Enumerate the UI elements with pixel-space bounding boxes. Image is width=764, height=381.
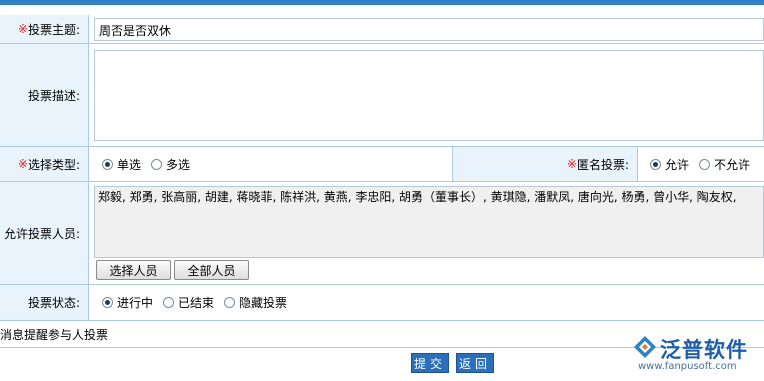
reminder-text: 消息提醒参与人投票	[0, 321, 108, 347]
radio-label: 已结束	[178, 296, 215, 310]
radio-selected-icon	[650, 158, 661, 170]
radio-selected-icon	[102, 297, 113, 308]
radio-empty-icon	[699, 158, 711, 170]
description-row: 投票描述:	[0, 44, 764, 147]
select-people-label: 选择人员	[109, 263, 158, 278]
radio-label: 允许	[665, 157, 690, 172]
description-label-text: 投票描述:	[27, 88, 80, 103]
vote-type-label: ※ 选择类型:	[0, 147, 89, 181]
all-people-label: 全部人员	[187, 263, 236, 278]
brand-logo: 泛普软件 www.fanpusoft.com	[632, 334, 758, 378]
top-accent-bar	[0, 0, 764, 5]
status-options: 进行中 已结束 隐藏投票	[102, 285, 297, 320]
anonymous-label: ※ 匿名投票:	[452, 147, 638, 181]
anonymous-label-text: 匿名投票:	[576, 157, 629, 172]
status-hidden-radio[interactable]: 隐藏投票	[224, 294, 287, 311]
brand-name: 泛普软件	[660, 338, 748, 362]
vote-type-label-text: 选择类型:	[27, 157, 80, 172]
vote-type-single-radio[interactable]: 单选	[102, 156, 141, 173]
required-mark: ※	[17, 22, 28, 36]
brand-mark-icon	[634, 336, 656, 358]
participants-row: 允许投票人员: 郑毅, 郑勇, 张高丽, 胡建, 蒋晓菲, 陈祥洪, 黄燕, 李…	[0, 182, 764, 285]
radio-label: 单选	[117, 157, 142, 172]
type-row: ※ 选择类型: 单选 多选 ※ 匿名投票: 允许 不允许	[0, 147, 764, 182]
radio-empty-icon	[224, 297, 236, 308]
status-row: 投票状态: 进行中 已结束 隐藏投票	[0, 285, 764, 321]
subject-row: ※ 投票主题: 周否是否双休	[0, 15, 764, 44]
subject-label: ※ 投票主题:	[0, 15, 89, 43]
radio-label: 不允许	[714, 157, 751, 172]
back-button[interactable]: 返回	[456, 353, 494, 373]
description-textarea[interactable]	[94, 50, 764, 141]
radio-empty-icon	[151, 158, 163, 170]
status-ended-radio[interactable]: 已结束	[163, 294, 214, 311]
anonymous-allow-radio[interactable]: 允许	[650, 156, 689, 173]
participants-value: 郑毅, 郑勇, 张高丽, 胡建, 蒋晓菲, 陈祥洪, 黄燕, 李忠阳, 胡勇（董…	[98, 190, 737, 204]
subject-label-text: 投票主题:	[27, 22, 80, 37]
status-ongoing-radio[interactable]: 进行中	[102, 294, 153, 311]
anonymous-options: 允许 不允许	[650, 147, 750, 181]
reminder-label: 消息提醒参与人投票	[0, 327, 109, 342]
back-label: 返回	[458, 356, 491, 371]
submit-button[interactable]: 提交	[411, 353, 449, 373]
required-mark: ※	[566, 157, 577, 171]
radio-selected-icon	[102, 158, 113, 170]
required-mark: ※	[17, 157, 28, 171]
radio-label: 隐藏投票	[239, 296, 288, 310]
vote-type-options: 单选 多选	[102, 147, 200, 181]
brand-url: www.fanpusoft.com	[638, 361, 737, 372]
participants-label: 允许投票人员:	[0, 182, 89, 284]
subject-value: 周否是否双休	[99, 24, 172, 38]
anonymous-deny-radio[interactable]: 不允许	[699, 156, 750, 173]
participants-textarea[interactable]: 郑毅, 郑勇, 张高丽, 胡建, 蒋晓菲, 陈祥洪, 黄燕, 李忠阳, 胡勇（董…	[94, 186, 764, 258]
status-label: 投票状态:	[0, 285, 89, 320]
status-label-text: 投票状态:	[27, 296, 80, 310]
radio-empty-icon	[163, 297, 175, 308]
radio-label: 多选	[166, 157, 191, 172]
submit-label: 提交	[413, 356, 446, 371]
description-label: 投票描述:	[0, 44, 89, 146]
participants-label-text: 允许投票人员:	[3, 226, 80, 241]
subject-input[interactable]: 周否是否双休	[94, 18, 764, 41]
radio-label: 进行中	[117, 296, 154, 310]
all-people-button[interactable]: 全部人员	[174, 260, 249, 280]
select-people-button[interactable]: 选择人员	[96, 260, 171, 280]
vote-type-multi-radio[interactable]: 多选	[151, 156, 190, 173]
